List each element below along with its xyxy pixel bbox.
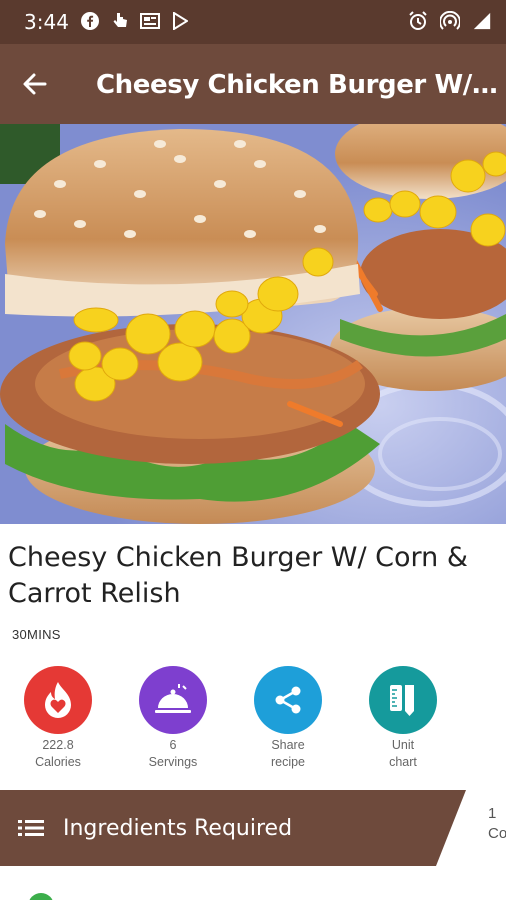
servings-value: 6 xyxy=(169,738,177,752)
ingredient-check-icon xyxy=(28,893,54,900)
list-icon xyxy=(18,820,44,836)
servings-label: Servings xyxy=(148,755,198,769)
recipe-title: Cheesy Chicken Burger W/ Corn & Carrot R… xyxy=(8,542,468,609)
share-recipe-button[interactable]: Share recipe xyxy=(242,666,334,771)
calories-value: 222.8 xyxy=(42,738,74,752)
share-icon xyxy=(275,686,301,714)
servings-circle xyxy=(139,666,207,734)
serving-dish-icon xyxy=(155,684,191,713)
unit-chart-label-line1: Unit xyxy=(391,738,415,752)
calories-circle xyxy=(24,666,92,734)
share-label-line2: recipe xyxy=(270,755,306,769)
share-circle xyxy=(254,666,322,734)
arrow-back-icon xyxy=(23,73,47,95)
cooking-steps-tab-line1: 1 xyxy=(488,805,497,822)
status-time: 3:44 xyxy=(24,10,69,34)
recipe-hero-image xyxy=(0,124,506,524)
servings-stat[interactable]: 6 Servings xyxy=(127,666,219,771)
ingredients-tab-label: Ingredients Required xyxy=(63,816,293,841)
news-icon xyxy=(140,11,160,31)
ingredients-tab-bar: Ingredients Required 1 Co xyxy=(0,790,506,866)
calories-label: Calories xyxy=(35,755,81,769)
ingredients-tab[interactable]: Ingredients Required xyxy=(0,790,465,866)
play-store-icon xyxy=(170,11,190,31)
recipe-cook-time: 30MINS xyxy=(12,627,61,642)
facebook-icon xyxy=(80,11,100,31)
hand-icon xyxy=(110,11,130,31)
unit-chart-button[interactable]: Unit chart xyxy=(357,666,449,771)
alarm-icon xyxy=(408,11,428,31)
cooking-steps-tab-line2: Co xyxy=(488,825,506,842)
app-bar-title: Cheesy Chicken Burger W/ Corn & Carrot R… xyxy=(96,70,500,100)
signal-icon xyxy=(472,11,492,31)
back-button[interactable] xyxy=(14,64,54,104)
share-label-line1: Share xyxy=(271,738,305,752)
calories-stat[interactable]: 222.8 Calories xyxy=(12,666,104,771)
flame-heart-icon xyxy=(45,682,71,718)
app-bar: Cheesy Chicken Burger W/ Corn & Carrot R… xyxy=(0,44,506,124)
status-bar: 3:44 xyxy=(0,0,506,44)
unit-chart-label-line2: chart xyxy=(389,755,417,769)
unit-chart-circle xyxy=(369,666,437,734)
cooking-steps-tab-label: 1 Co xyxy=(488,804,506,844)
hotspot-icon xyxy=(440,11,460,31)
ruler-icon xyxy=(390,685,414,716)
